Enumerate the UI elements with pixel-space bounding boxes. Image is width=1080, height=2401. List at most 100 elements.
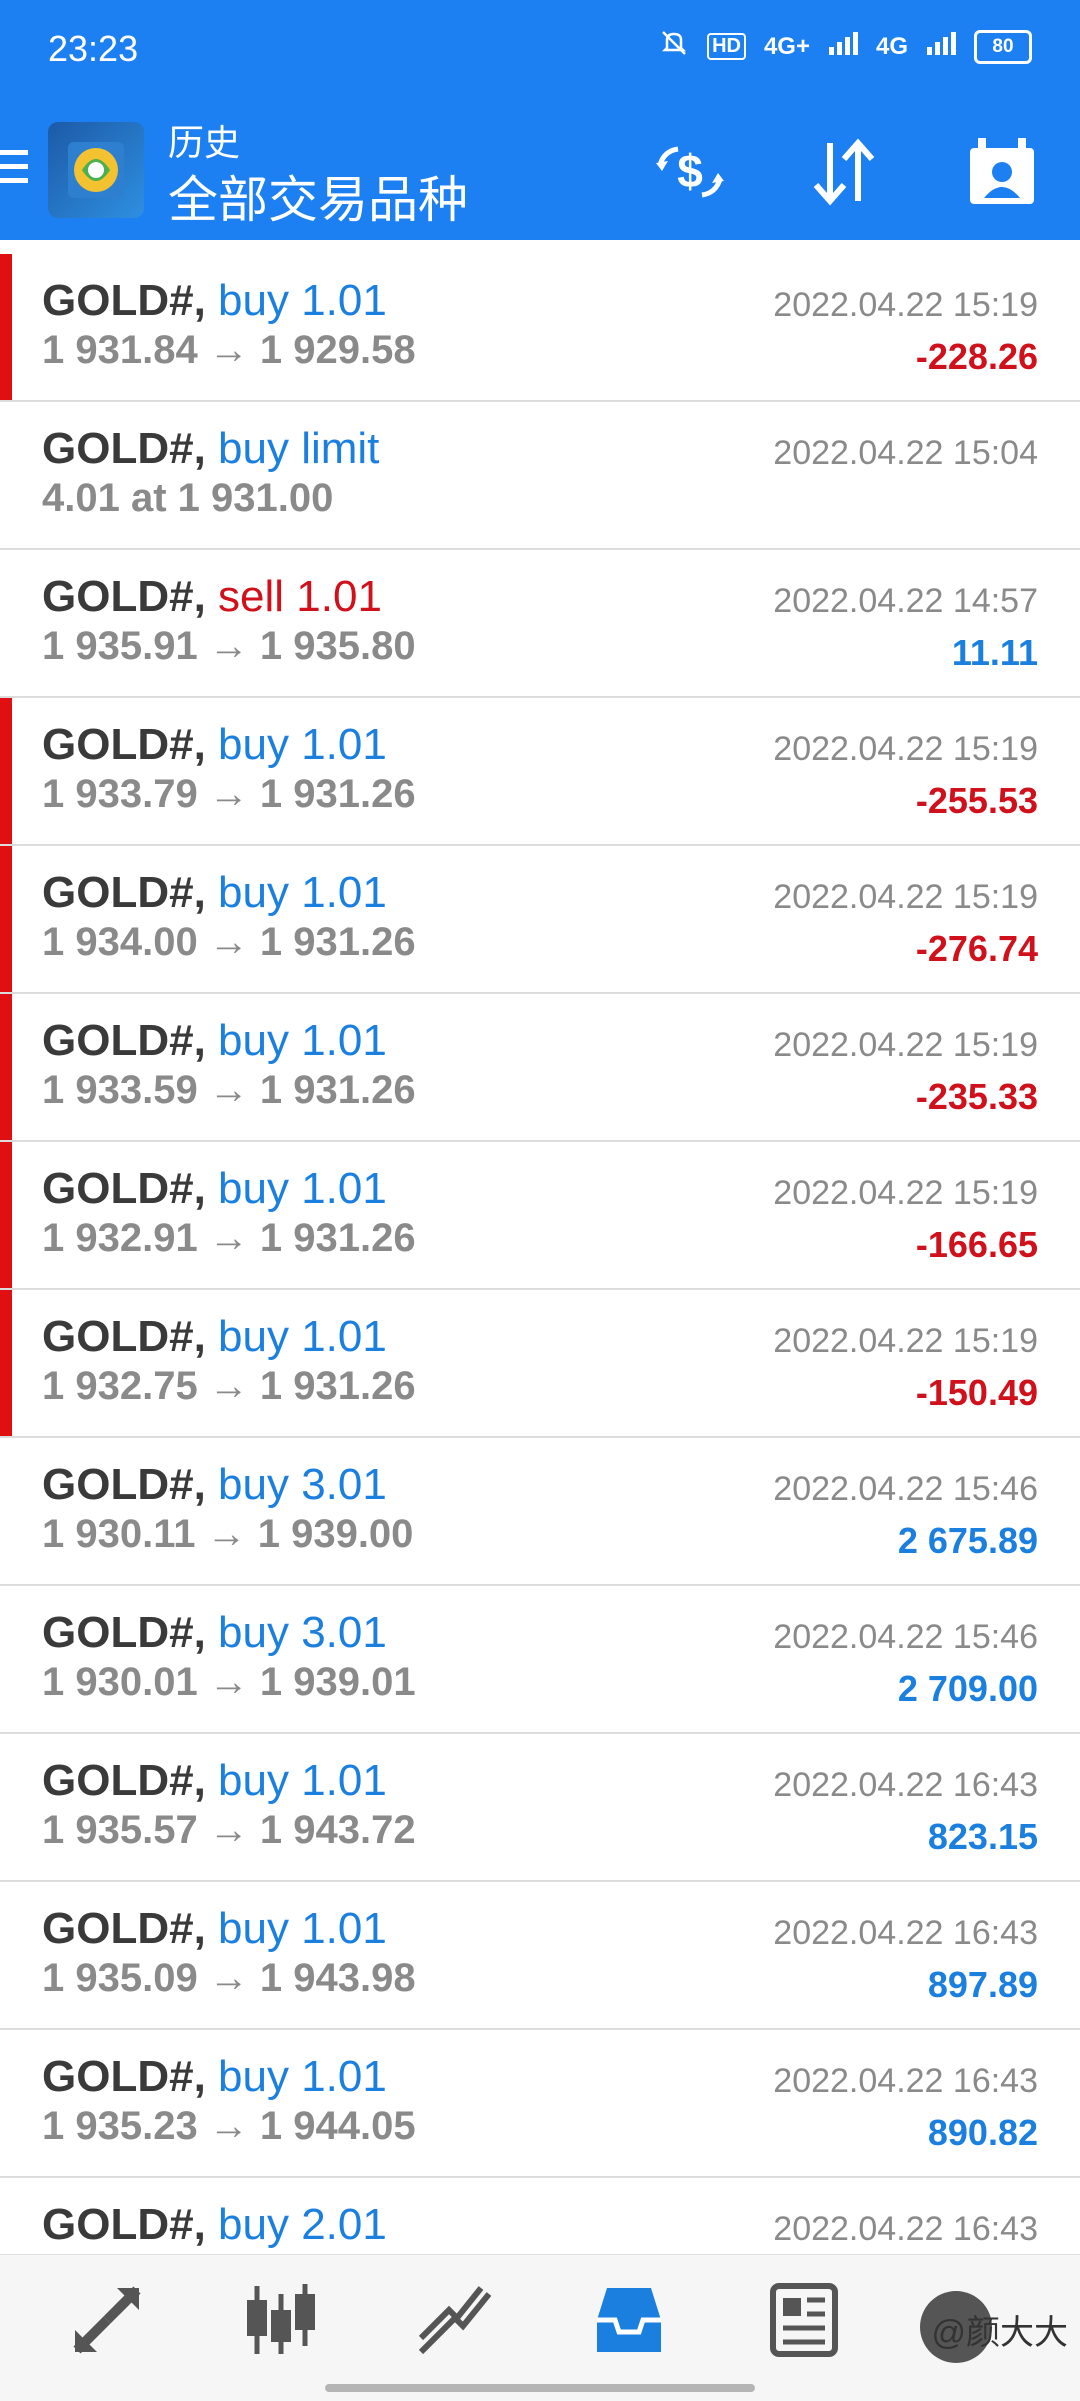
trade-symbol: GOLD#, [42, 1608, 206, 1657]
trade-history-list: GOLD#, buy 1.01 1 931.84 → 1 929.58 2022.0… [0, 254, 1080, 2326]
trade-action: buy 1.01 [218, 1904, 387, 1953]
signal-icon [926, 31, 956, 62]
quotes-icon[interactable] [62, 2275, 152, 2365]
trade-prices: 1 930.11 → 1 939.00 [42, 1512, 414, 1556]
trade-symbol: GOLD#, [42, 1164, 206, 1213]
trade-row[interactable]: GOLD#, buy 1.01 1 933.59 → 1 931.26 2022.0… [0, 994, 1080, 1142]
trade-symbol: GOLD#, [42, 1312, 206, 1361]
trade-symbol: GOLD#, [42, 2200, 206, 2249]
currency-exchange-icon[interactable]: $ [648, 130, 732, 214]
hd-label: HD [707, 33, 746, 60]
trade-time: 2022.04.22 15:19 [773, 730, 1038, 768]
trade-row[interactable]: GOLD#, buy 1.01 1 934.00 → 1 931.26 2022.0… [0, 846, 1080, 994]
trade-time: 2022.04.22 15:19 [773, 1026, 1038, 1064]
status-bar: 23:23 HD 4G+ 4G 80 [0, 0, 1080, 100]
trade-profit: -166.65 [915, 1224, 1038, 1265]
trade-profit: 2 675.89 [897, 1520, 1038, 1561]
trade-title: GOLD#, buy 1.01 [42, 1164, 387, 1214]
menu-icon[interactable] [0, 150, 28, 190]
trade-title: GOLD#, buy 1.01 [42, 2052, 387, 2102]
history-icon[interactable] [584, 2275, 674, 2365]
battery-icon: 80 [974, 29, 1032, 64]
trade-action: sell 1.01 [218, 572, 382, 621]
trade-action: buy 3.01 [218, 1608, 387, 1657]
trade-time: 2022.04.22 16:43 [773, 1766, 1038, 1804]
trade-prices: 1 935.91 → 1 935.80 [42, 624, 416, 668]
trade-title: GOLD#, buy 1.01 [42, 868, 387, 918]
trade-action: buy limit [218, 424, 380, 473]
trade-symbol: GOLD#, [42, 572, 206, 621]
trade-row[interactable]: GOLD#, buy 1.01 1 931.84 → 1 929.58 2022.0… [0, 254, 1080, 402]
chart-icon[interactable] [236, 2275, 326, 2365]
status-time: 23:23 [48, 28, 139, 69]
trade-time: 2022.04.22 15:46 [773, 1618, 1038, 1656]
trade-title: GOLD#, buy 1.01 [42, 276, 387, 326]
trade-title: GOLD#, buy 1.01 [42, 1904, 387, 1954]
trade-symbol: GOLD#, [42, 1904, 206, 1953]
trade-time: 2022.04.22 16:43 [773, 1914, 1038, 1952]
network-2-label: 4G [875, 32, 908, 60]
trade-title: GOLD#, buy 1.01 [42, 1016, 387, 1066]
trade-title: GOLD#, sell 1.01 [42, 572, 382, 622]
trade-prices: 1 935.57 → 1 943.72 [42, 1808, 416, 1852]
trade-title: GOLD#, buy 1.01 [42, 1756, 387, 1806]
trade-action: buy 1.01 [218, 1756, 387, 1805]
trade-row[interactable]: GOLD#, buy 1.01 1 935.57 → 1 943.72 2022.0… [0, 1734, 1080, 1882]
trade-action: buy 1.01 [218, 2052, 387, 2101]
trade-row[interactable]: GOLD#, sell 1.01 1 935.91 → 1 935.80 2022.… [0, 550, 1080, 698]
metatrader-logo-icon [48, 122, 144, 218]
trade-symbol: GOLD#, [42, 1460, 206, 1509]
trade-profit: 2 709.00 [897, 1668, 1038, 1709]
trade-row[interactable]: GOLD#, buy 1.01 1 932.91 → 1 931.26 2022.0… [0, 1142, 1080, 1290]
trade-row[interactable]: GOLD#, buy 1.01 1 935.23 → 1 944.05 2022.0… [0, 2030, 1080, 2178]
trade-profit: -276.74 [915, 928, 1038, 969]
news-icon[interactable] [758, 2275, 848, 2365]
trade-action: buy 1.01 [218, 276, 387, 325]
trade-action: buy 1.01 [218, 1312, 387, 1361]
trade-time: 2022.04.22 14:57 [773, 582, 1038, 620]
trade-prices: 1 931.84 → 1 929.58 [42, 328, 416, 372]
page-subtitle: 历史 [168, 122, 241, 163]
trade-symbol: GOLD#, [42, 424, 206, 473]
trade-time: 2022.04.22 16:43 [773, 2210, 1038, 2248]
trade-profit: -228.26 [915, 336, 1038, 377]
trade-profit: -150.49 [915, 1372, 1038, 1413]
trade-time: 2022.04.22 15:19 [773, 286, 1038, 324]
trade-symbol: GOLD#, [42, 1016, 206, 1065]
status-icons: HD 4G+ 4G 80 [659, 28, 1032, 65]
trade-title: GOLD#, buy limit [42, 424, 379, 474]
sort-icon[interactable] [802, 130, 886, 214]
home-indicator[interactable] [325, 2384, 755, 2392]
trade-symbol: GOLD#, [42, 1756, 206, 1805]
trade-profit: -255.53 [915, 780, 1038, 821]
signal-icon [828, 31, 858, 62]
trade-prices: 4.01 at 1 931.00 [42, 476, 334, 520]
trade-action: buy 2.01 [218, 2200, 387, 2249]
trade-time: 2022.04.22 15:19 [773, 878, 1038, 916]
trade-profit: 823.15 [927, 1816, 1038, 1857]
trade-prices: 1 935.23 → 1 944.05 [42, 2104, 416, 2148]
trade-time: 2022.04.22 16:43 [773, 2062, 1038, 2100]
trade-icon[interactable] [410, 2275, 500, 2365]
trade-profit: 897.89 [927, 1964, 1038, 2005]
trade-title: GOLD#, buy 1.01 [42, 720, 387, 770]
trade-row[interactable]: GOLD#, buy 3.01 1 930.01 → 1 939.01 2022.0… [0, 1586, 1080, 1734]
page-title[interactable]: 全部交易品种 [168, 160, 468, 232]
trade-time: 2022.04.22 15:19 [773, 1174, 1038, 1212]
trade-row[interactable]: GOLD#, buy 1.01 1 935.09 → 1 943.98 2022.0… [0, 1882, 1080, 2030]
trade-row[interactable]: GOLD#, buy 1.01 1 932.75 → 1 931.26 2022.0… [0, 1290, 1080, 1438]
svg-text:$: $ [677, 145, 703, 197]
calendar-person-icon[interactable] [960, 130, 1044, 214]
trade-profit: 890.82 [927, 2112, 1038, 2153]
trade-prices: 1 935.09 → 1 943.98 [42, 1956, 416, 2000]
trade-prices: 1 932.75 → 1 931.26 [42, 1364, 416, 1408]
trade-row[interactable]: GOLD#, buy limit 4.01 at 1 931.00 2022.04.… [0, 402, 1080, 550]
trade-title: GOLD#, buy 3.01 [42, 1460, 387, 1510]
trade-action: buy 1.01 [218, 1164, 387, 1213]
bottom-nav: @颜大大 [0, 2254, 1080, 2401]
trade-row[interactable]: GOLD#, buy 3.01 1 930.11 → 1 939.00 2022.0… [0, 1438, 1080, 1586]
trade-title: GOLD#, buy 3.01 [42, 1608, 387, 1658]
trade-row[interactable]: GOLD#, buy 1.01 1 933.79 → 1 931.26 2022.0… [0, 698, 1080, 846]
trade-profit: -235.33 [915, 1076, 1038, 1117]
mute-icon [659, 28, 689, 65]
